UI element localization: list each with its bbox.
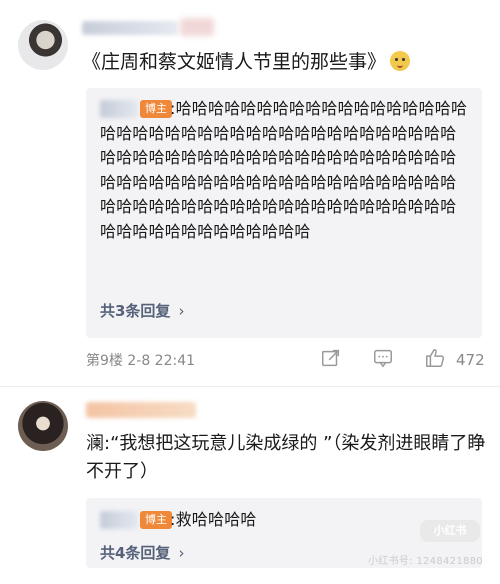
username-blurred[interactable] <box>86 402 196 418</box>
dog-emoji-icon <box>390 51 411 71</box>
more-replies-label: 共3条回复 <box>100 302 171 320</box>
chevron-right-icon: › <box>178 544 185 562</box>
view-more-replies-link[interactable]: 共3条回复 › <box>100 300 184 321</box>
comment-reply-icon[interactable] <box>372 347 394 369</box>
share-icon[interactable] <box>320 347 342 369</box>
user-avatar[interactable] <box>18 401 68 451</box>
comment-divider <box>0 386 500 387</box>
comment-text: 澜:“我想把这玩意儿染成绿的 ”（染发剂进眼睛了睁不开了） <box>86 433 486 482</box>
like-thumbs-up-icon[interactable] <box>424 347 446 369</box>
more-replies-label: 共4条回复 <box>100 544 171 562</box>
user-avatar[interactable] <box>18 20 68 70</box>
reply-text: :哈哈哈哈哈哈哈哈哈哈哈哈哈哈哈哈哈哈哈哈哈哈哈哈哈哈哈哈哈哈哈哈哈哈哈哈哈哈哈… <box>100 99 468 241</box>
reply-preview[interactable]: 博主 :哈哈哈哈哈哈哈哈哈哈哈哈哈哈哈哈哈哈哈哈哈哈哈哈哈哈哈哈哈哈哈哈哈哈哈哈… <box>86 88 482 338</box>
reply-text: :救哈哈哈哈 <box>170 510 257 529</box>
user-badge-blurred <box>180 18 214 36</box>
username-blurred[interactable] <box>82 21 178 35</box>
comment-text: 《庄周和蔡文姬情人节里的那些事》 <box>82 48 411 76</box>
view-more-replies-link[interactable]: 共4条回复 › <box>100 542 184 563</box>
comment-body: 《庄周和蔡文姬情人节里的那些事》 <box>82 51 387 73</box>
floor-timestamp: 第9楼 2-8 22:41 <box>86 353 196 369</box>
like-count: 472 <box>456 351 485 369</box>
chevron-right-icon: › <box>178 302 185 320</box>
watermark-logo: 小红书 <box>420 520 480 542</box>
watermark-id: 小红书号: 1248421880 <box>368 556 483 567</box>
